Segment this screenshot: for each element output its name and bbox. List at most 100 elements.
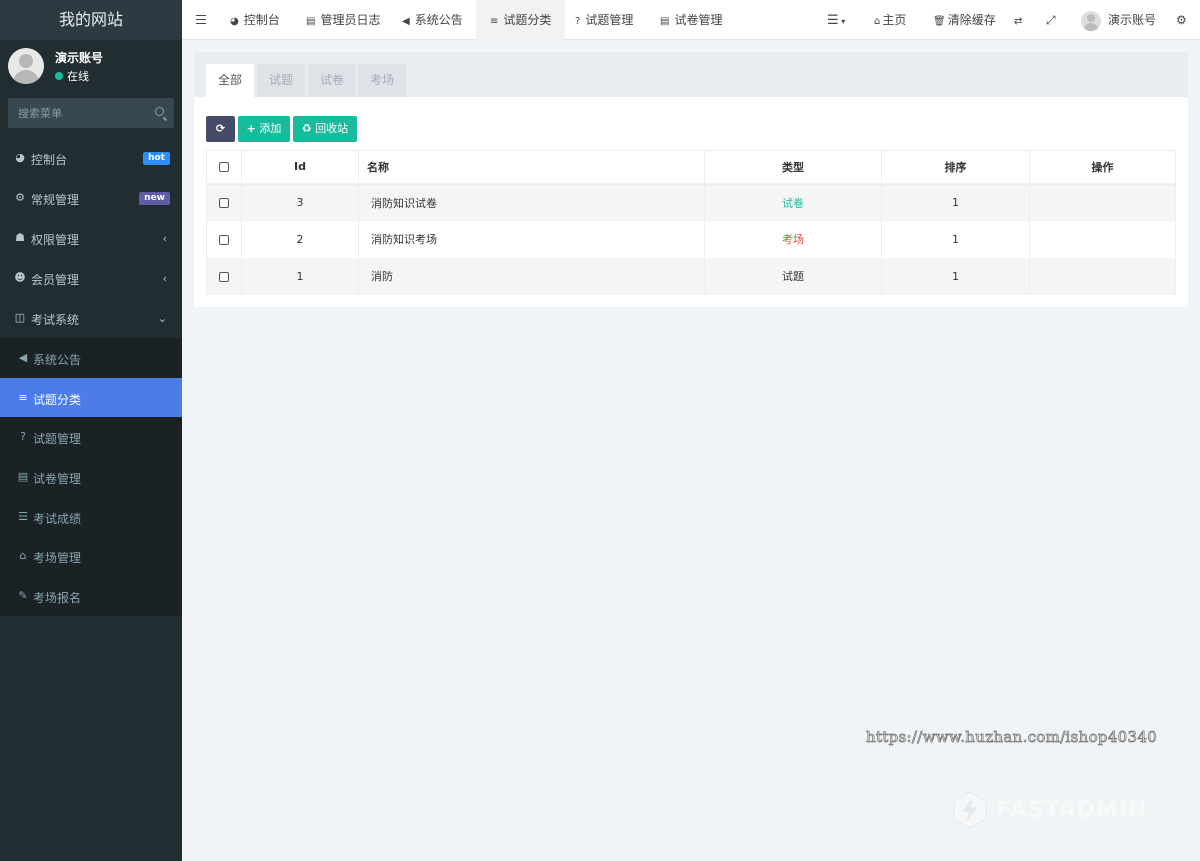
list-icon: ☰ <box>18 509 28 523</box>
sidebar-item-general[interactable]: ⚙ 常规管理 new <box>0 178 182 218</box>
col-order: 排序 <box>881 150 1030 185</box>
brand-logo[interactable]: 我的网站 <box>0 0 182 40</box>
align-left-icon: ≡ <box>18 390 28 404</box>
online-dot-icon <box>55 72 63 80</box>
row-operate <box>1029 220 1176 258</box>
row-type: 试卷 <box>704 183 882 221</box>
row-checkbox[interactable] <box>219 234 229 245</box>
top-navbar: ◕ 控制台 ▤ 管理员日志 ◀ 系统公告 ≡ 试题分类 ? 试题管理 ▤ 试卷管理 ☰ ▾ … <box>182 0 1200 40</box>
question-icon: ? <box>20 430 26 444</box>
sidebar-item-question[interactable]: ? 试题管理 <box>0 417 182 457</box>
user-menu[interactable]: 演示账号 <box>1081 0 1156 40</box>
dashboard-icon: ◕ <box>230 16 239 27</box>
select-all-cell <box>206 150 242 185</box>
tab-notice[interactable]: ◀ 系统公告 <box>402 0 463 40</box>
avatar <box>8 48 44 84</box>
col-operate: 操作 <box>1029 150 1176 185</box>
align-left-icon: ≡ <box>490 16 499 27</box>
volume-icon: ◀ <box>18 351 28 364</box>
watermark-url: https://www.huzhan.com/ishop40340 <box>866 728 1158 747</box>
row-name: 消防知识考场 <box>358 220 705 258</box>
multi-tab-dropdown[interactable]: ☰ ▾ <box>827 0 845 40</box>
sidebar-item-paper[interactable]: ▤ 试卷管理 <box>0 457 182 497</box>
row-checkbox[interactable] <box>219 271 229 282</box>
row-order: 1 <box>881 183 1030 221</box>
sidebar-item-auth[interactable]: ☗ 权限管理 ‹ <box>0 218 182 258</box>
row-name: 消防 <box>358 257 705 295</box>
sidebar-item-question-category[interactable]: ≡ 试题分类 <box>0 377 182 418</box>
menu-list-icon: ☰ <box>827 13 839 28</box>
tab-question[interactable]: 试题 <box>257 64 306 97</box>
tab-question-category[interactable]: ≡ 试题分类 <box>476 0 566 40</box>
row-operate <box>1029 257 1176 295</box>
tab-paper[interactable]: 试卷 <box>308 64 357 97</box>
tab-dashboard[interactable]: ◕ 控制台 <box>230 0 280 40</box>
home-icon: ⌂ <box>874 16 881 27</box>
row-operate <box>1029 183 1176 221</box>
row-name: 消防知识试卷 <box>358 183 705 221</box>
sidebar-item-grade[interactable]: ☰ 考试成绩 <box>0 497 182 537</box>
exam-submenu: ◀ 系统公告 ≡ 试题分类 ? 试题管理 ▤ 试卷管理 ☰ 考试成绩 ⌂ 考场管… <box>0 338 182 616</box>
table-header: Id 名称 类型 排序 操作 <box>206 150 1176 185</box>
hot-badge: hot <box>143 152 170 165</box>
gears-icon: ⚙ <box>1176 13 1187 27</box>
volume-icon: ◀ <box>402 16 410 27</box>
tab-paper[interactable]: ▤ 试卷管理 <box>660 0 722 40</box>
recycle-bin-button[interactable]: ♻ 回收站 <box>293 116 357 142</box>
col-id[interactable]: Id <box>241 150 359 185</box>
sidebar-menu: ◕ 控制台 hot ⚙ 常规管理 new ☗ 权限管理 ‹ ☻ 会员管理 ‹ ◫… <box>0 138 182 616</box>
keyboard-icon: ▤ <box>17 470 29 484</box>
sidebar-item-notice[interactable]: ◀ 系统公告 <box>0 338 182 378</box>
tab-room[interactable]: 考场 <box>358 64 407 97</box>
menu-toggle-icon[interactable] <box>196 15 206 24</box>
new-badge: new <box>139 192 170 205</box>
keyboard-icon: ▤ <box>660 16 670 27</box>
refresh-icon: ⟳ <box>215 122 226 135</box>
data-table: Id 名称 类型 排序 操作 3 消防知识试卷 试卷 1 2 消防知识考场 考场 <box>206 150 1176 295</box>
add-button[interactable]: + 添加 <box>238 116 290 142</box>
search-input[interactable] <box>8 98 138 128</box>
row-order: 1 <box>881 220 1030 258</box>
sidebar-item-signup[interactable]: ✎ 考场报名 <box>0 576 182 616</box>
fastadmin-logo-icon <box>953 791 987 829</box>
language-toggle[interactable]: ⇄ <box>1014 0 1022 40</box>
filter-tabs: 全部 试题 试卷 考场 <box>194 52 1188 97</box>
watermark-logo-text: FASTADMIN <box>996 798 1148 823</box>
refresh-button[interactable]: ⟳ <box>206 116 235 142</box>
tab-question[interactable]: ? 试题管理 <box>575 0 633 40</box>
fullscreen-toggle[interactable]: ⤢ <box>1046 0 1056 40</box>
sidebar: 我的网站 演示账号 在线 ◕ 控制台 hot ⚙ 常规管理 new ☗ 权限管理… <box>0 0 182 861</box>
pencil-icon: ✎ <box>18 589 28 603</box>
menu-search <box>8 98 174 128</box>
clear-cache-button[interactable]: 🗑 清除缓存 <box>933 0 996 40</box>
row-id: 2 <box>241 220 359 258</box>
select-all-checkbox[interactable] <box>219 162 229 173</box>
table-row[interactable]: 1 消防 试题 1 <box>206 257 1176 295</box>
settings-toggle[interactable]: ⚙ <box>1176 0 1187 40</box>
sidebar-item-dashboard[interactable]: ◕ 控制台 hot <box>0 138 182 178</box>
plus-icon: + <box>246 122 256 135</box>
question-icon: ? <box>575 16 581 27</box>
sidebar-item-member[interactable]: ☻ 会员管理 ‹ <box>0 258 182 298</box>
fullscreen-icon: ⤢ <box>1046 13 1056 27</box>
chevron-left-icon: ‹ <box>162 272 167 285</box>
sidebar-item-exam[interactable]: ◫ 考试系统 ⌄ <box>0 298 182 338</box>
user-status: 在线 <box>55 68 89 84</box>
tab-admin-log[interactable]: ▤ 管理员日志 <box>306 0 380 40</box>
trash-icon: 🗑 <box>933 16 946 27</box>
user-panel: 演示账号 在线 <box>0 40 182 94</box>
table-row[interactable]: 2 消防知识考场 考场 1 <box>206 220 1176 258</box>
home-link[interactable]: ⌂ 主页 <box>874 0 906 40</box>
row-checkbox[interactable] <box>219 198 229 208</box>
user-circle-icon: ☻ <box>14 271 26 284</box>
row-type: 试题 <box>704 257 882 295</box>
row-type: 考场 <box>704 220 882 258</box>
caret-down-icon: ▾ <box>838 17 846 26</box>
sidebar-item-room[interactable]: ⌂ 考场管理 <box>0 536 182 576</box>
col-type: 类型 <box>704 150 882 185</box>
list-alt-icon: ▤ <box>306 16 316 27</box>
tab-all[interactable]: 全部 <box>206 64 255 97</box>
table-row[interactable]: 3 消防知识试卷 试卷 1 <box>206 183 1176 221</box>
search-icon[interactable] <box>155 107 164 116</box>
columns-icon: ◫ <box>14 311 26 324</box>
